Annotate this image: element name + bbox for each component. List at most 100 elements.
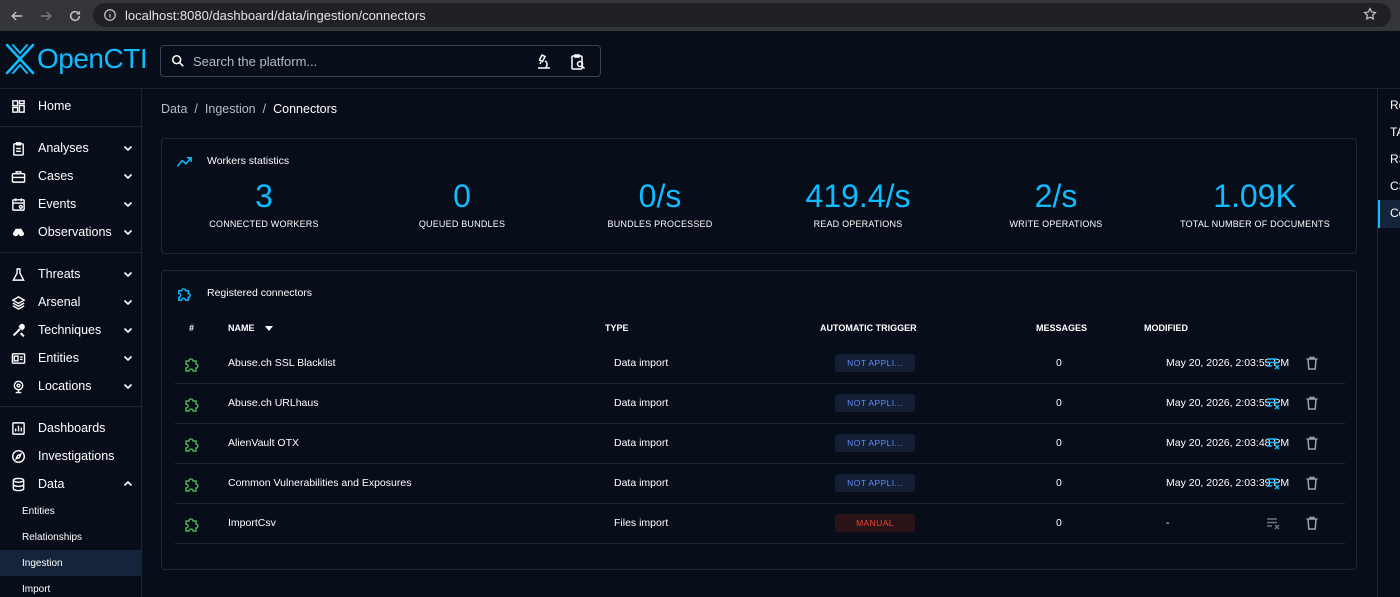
sidebar-item-label: Events: [38, 197, 77, 211]
opencti-logo-icon: [5, 43, 35, 75]
delete-icon[interactable]: [1304, 435, 1320, 451]
stat-label: TOTAL NUMBER OF DOCUMENTS: [1180, 219, 1330, 229]
connector-name: Abuse.ch URLhaus: [228, 397, 319, 409]
stat-value: 3: [255, 178, 273, 214]
column-header-trigger[interactable]: AUTOMATIC TRIGGER: [820, 323, 917, 333]
calendar-icon: [12, 197, 25, 211]
connector-type: Data import: [614, 357, 669, 369]
sidebar: Home Analyses Cases Events Observations …: [0, 89, 142, 597]
right-nav-item[interactable]: RS: [1390, 152, 1400, 166]
right-nav-item[interactable]: CS: [1390, 179, 1400, 193]
sidebar-subitem-relationships[interactable]: Relationships: [0, 524, 141, 550]
chevron-down-icon: [123, 383, 133, 390]
sidebar-subitem-label: Entities: [22, 505, 55, 517]
sidebar-item-home[interactable]: Home: [0, 92, 141, 120]
delete-icon[interactable]: [1304, 475, 1320, 491]
sort-desc-icon[interactable]: [264, 323, 274, 333]
sidebar-item-label: Dashboards: [38, 421, 106, 435]
sidebar-item-label: Investigations: [38, 449, 115, 463]
sidebar-item-data[interactable]: Data: [0, 470, 141, 498]
breadcrumb-current: Connectors: [273, 102, 338, 116]
table-row[interactable]: Common Vulnerabilities and Exposures Dat…: [175, 464, 1345, 504]
table-row[interactable]: Abuse.ch SSL Blacklist Data import NOT A…: [175, 344, 1345, 384]
chevron-down-icon: [123, 299, 133, 306]
sidebar-item-analyses[interactable]: Analyses: [0, 134, 141, 162]
column-header-type[interactable]: TYPE: [605, 323, 629, 333]
clear-queue-icon[interactable]: [1265, 435, 1281, 451]
sidebar-item-entities[interactable]: Entities: [0, 344, 141, 372]
sidebar-subitem-import[interactable]: Import: [0, 576, 141, 597]
right-nav-panel: Re TA RS CS Co: [1377, 89, 1400, 597]
clear-queue-icon[interactable]: [1265, 395, 1281, 411]
connector-name: AlienVault OTX: [228, 437, 300, 449]
database-icon: [12, 477, 25, 491]
microscope-icon[interactable]: [535, 53, 553, 71]
table-row[interactable]: ImportCsv Files import MANUAL 0 -: [175, 504, 1345, 544]
clear-queue-icon[interactable]: [1265, 355, 1281, 371]
column-header-messages[interactable]: MESSAGES: [1036, 323, 1087, 333]
sidebar-subitem-label: Ingestion: [22, 557, 63, 569]
trigger-badge: NOT APPLI...: [835, 394, 915, 412]
back-button[interactable]: [6, 5, 28, 27]
clipboard-icon: [13, 141, 24, 156]
sidebar-item-dashboards[interactable]: Dashboards: [0, 414, 141, 442]
sidebar-item-threats[interactable]: Threats: [0, 260, 141, 288]
sidebar-item-observations[interactable]: Observations: [0, 218, 141, 246]
dashboard-icon: [12, 99, 25, 113]
column-header-modified[interactable]: MODIFIED: [1144, 323, 1188, 333]
id-card-icon: [11, 352, 26, 364]
delete-icon[interactable]: [1304, 515, 1320, 531]
app-logo[interactable]: OpenCTI: [5, 43, 148, 75]
right-nav-item[interactable]: Re: [1390, 98, 1400, 112]
search-input[interactable]: [193, 53, 523, 69]
arrow-right-icon: [40, 11, 52, 20]
site-info-icon[interactable]: [101, 6, 119, 24]
chevron-down-icon: [123, 327, 133, 334]
table-row[interactable]: AlienVault OTX Data import NOT APPLI... …: [175, 424, 1345, 464]
right-nav-item[interactable]: Co: [1390, 206, 1400, 220]
puzzle-icon: [185, 358, 199, 372]
right-nav-item[interactable]: TA: [1390, 125, 1400, 139]
sidebar-item-techniques[interactable]: Techniques: [0, 316, 141, 344]
address-bar[interactable]: localhost:8080/dashboard/data/ingestion/…: [93, 3, 1391, 27]
column-header-name[interactable]: NAME: [228, 323, 255, 333]
column-header-index: #: [189, 323, 195, 333]
sidebar-item-investigations[interactable]: Investigations: [0, 442, 141, 470]
trigger-badge: NOT APPLI...: [835, 474, 915, 492]
chevron-down-icon: [123, 173, 133, 180]
breadcrumb-separator: /: [194, 102, 198, 116]
connector-type: Data import: [614, 477, 669, 489]
trending-icon: [176, 156, 192, 167]
sidebar-item-label: Observations: [38, 225, 112, 239]
bookmark-star-icon[interactable]: [1363, 7, 1377, 24]
clipboard-search-icon[interactable]: [569, 53, 587, 71]
stat-label: QUEUED BUNDLES: [418, 219, 506, 229]
url-text: localhost:8080/dashboard/data/ingestion/…: [125, 7, 426, 23]
stat-label: CONNECTED WORKERS: [209, 219, 319, 229]
clear-queue-icon[interactable]: [1265, 475, 1281, 491]
breadcrumb-ingestion[interactable]: Ingestion: [205, 102, 256, 116]
app-name: OpenCTI: [37, 43, 148, 74]
sidebar-subitem-entities[interactable]: Entities: [0, 498, 141, 524]
sidebar-item-events[interactable]: Events: [0, 190, 141, 218]
clear-queue-icon[interactable]: [1265, 515, 1281, 531]
sidebar-item-arsenal[interactable]: Arsenal: [0, 288, 141, 316]
puzzle-icon: [185, 478, 199, 492]
puzzle-icon: [185, 518, 199, 532]
chevron-up-icon: [123, 480, 133, 487]
reload-button[interactable]: [64, 5, 86, 27]
delete-icon[interactable]: [1304, 395, 1320, 411]
sidebar-item-locations[interactable]: Locations: [0, 372, 141, 400]
connector-type: Files import: [614, 517, 669, 529]
breadcrumb-data[interactable]: Data: [161, 102, 187, 116]
sidebar-item-label: Threats: [38, 267, 81, 281]
forward-button[interactable]: [35, 5, 57, 27]
delete-icon[interactable]: [1304, 355, 1320, 371]
sidebar-item-cases[interactable]: Cases: [0, 162, 141, 190]
connector-name: Abuse.ch SSL Blacklist: [228, 357, 336, 369]
table-row[interactable]: Abuse.ch URLhaus Data import NOT APPLI..…: [175, 384, 1345, 424]
sidebar-subitem-ingestion[interactable]: Ingestion: [0, 550, 141, 576]
search-bar[interactable]: [160, 45, 601, 77]
connector-name: Common Vulnerabilities and Exposures: [228, 477, 412, 489]
divider: [0, 406, 141, 407]
